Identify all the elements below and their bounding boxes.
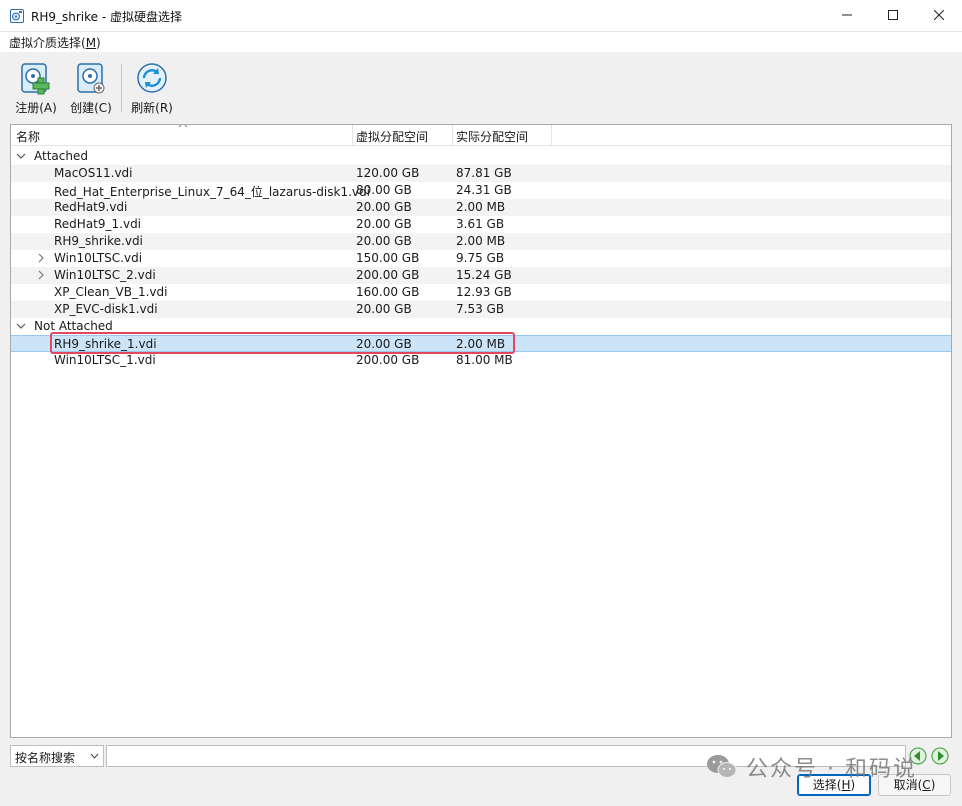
table-row[interactable]: XP_EVC-disk1.vdi 20.00 GB 7.53 GB: [11, 301, 951, 318]
search-next-icon[interactable]: [931, 747, 949, 765]
chevron-down-icon[interactable]: [16, 151, 26, 161]
create-label: 创建(C): [70, 101, 112, 115]
virtual-size: 120.00 GB: [356, 166, 420, 180]
table-row[interactable]: Win10LTSC.vdi 150.00 GB 9.75 GB: [11, 250, 951, 267]
actual-size: 87.81 GB: [456, 166, 512, 180]
toolbar-separator: [121, 64, 122, 112]
disk-name: MacOS11.vdi: [54, 166, 133, 180]
column-divider[interactable]: [352, 125, 353, 146]
create-disk-icon: [77, 63, 105, 94]
maximize-icon: [888, 10, 898, 20]
maximize-button[interactable]: [870, 0, 916, 30]
disk-select-icon: [10, 9, 24, 23]
wechat-icon: [707, 755, 737, 778]
menu-accel: M: [85, 36, 97, 50]
table-row[interactable]: RedHat9.vdi 20.00 GB 2.00 MB: [11, 199, 951, 216]
register-label: 注册(A): [15, 101, 57, 115]
selection-highlight-annotation: [50, 332, 515, 354]
minimize-button[interactable]: [824, 0, 870, 30]
virtual-size: 150.00 GB: [356, 251, 420, 265]
close-icon: [934, 10, 944, 20]
actual-size: 3.61 GB: [456, 217, 505, 231]
virtual-size: 20.00 GB: [356, 302, 412, 316]
chevron-down-icon[interactable]: [16, 321, 26, 331]
search-mode-select[interactable]: 按名称搜索: [10, 745, 104, 767]
disk-name: Win10LTSC_1.vdi: [54, 353, 156, 367]
menu-suffix: ): [96, 36, 101, 50]
register-button[interactable]: 注册(A): [13, 62, 59, 118]
column-header-name[interactable]: 名称: [16, 128, 40, 145]
disk-name: Red_Hat_Enterprise_Linux_7_64_位_lazarus-…: [54, 185, 370, 199]
menu-label: 虚拟介质选择(: [9, 36, 86, 50]
header-edge: [951, 125, 952, 146]
virtual-size: 200.00 GB: [356, 353, 420, 367]
table-header: 名称 虚拟分配空间 实际分配空间: [11, 125, 951, 146]
virtual-size: 160.00 GB: [356, 285, 420, 299]
menu-medium-select[interactable]: 虚拟介质选择(M): [9, 34, 101, 51]
table-row[interactable]: XP_Clean_VB_1.vdi 160.00 GB 12.93 GB: [11, 284, 951, 301]
register-disk-icon: [21, 63, 50, 95]
disk-name: XP_EVC-disk1.vdi: [54, 302, 158, 316]
disk-name: RedHat9.vdi: [54, 200, 128, 214]
create-button[interactable]: 创建(C): [68, 62, 114, 118]
actual-size: 81.00 MB: [456, 353, 513, 367]
tree-group-row[interactable]: Attached: [11, 148, 951, 165]
column-divider[interactable]: [452, 125, 453, 146]
table-row[interactable]: Red_Hat_Enterprise_Linux_7_64_位_lazarus-…: [11, 182, 951, 199]
table-row[interactable]: Win10LTSC_1.vdi 200.00 GB 81.00 MB: [11, 352, 951, 369]
actual-size: 2.00 MB: [456, 234, 506, 248]
actual-size: 2.00 MB: [456, 200, 506, 214]
disk-name: RedHat9_1.vdi: [54, 217, 142, 231]
window-title: RH9_shrike - 虚拟硬盘选择: [31, 10, 182, 24]
disk-name: RH9_shrike.vdi: [54, 234, 143, 248]
table-row[interactable]: RedHat9_1.vdi 20.00 GB 3.61 GB: [11, 216, 951, 233]
virtual-size: 20.00 GB: [356, 200, 412, 214]
disk-name: XP_Clean_VB_1.vdi: [54, 285, 168, 299]
virtual-size: 200.00 GB: [356, 268, 420, 282]
refresh-icon: [137, 63, 167, 93]
column-header-virtual-size[interactable]: 虚拟分配空间: [356, 128, 428, 145]
cancel-suffix: ): [930, 778, 936, 792]
actual-size: 7.53 GB: [456, 302, 505, 316]
chevron-down-icon: [90, 753, 99, 759]
minimize-icon: [842, 14, 852, 16]
group-label: Attached: [34, 149, 88, 163]
disk-name: Win10LTSC.vdi: [54, 251, 143, 265]
column-divider[interactable]: [551, 125, 552, 146]
title-bar: RH9_shrike - 虚拟硬盘选择: [0, 0, 962, 32]
cancel-accel: C: [922, 778, 931, 792]
chevron-right-icon[interactable]: [36, 253, 46, 263]
chevron-right-icon[interactable]: [36, 270, 46, 280]
refresh-button[interactable]: 刷新(R): [129, 62, 175, 118]
disk-name: Win10LTSC_2.vdi: [54, 268, 156, 282]
watermark: 公众号 · 和码说: [706, 750, 917, 784]
menu-bar: 虚拟介质选择(M): [0, 32, 962, 52]
watermark-text: 公众号 · 和码说: [746, 757, 917, 782]
refresh-label: 刷新(R): [131, 101, 173, 115]
actual-size: 9.75 GB: [456, 251, 505, 265]
sort-ascending-icon: [178, 125, 188, 128]
group-label: Not Attached: [34, 319, 113, 333]
toolbar: 注册(A) 创建(C) 刷新(R): [0, 52, 962, 120]
search-mode-value: 按名称搜索: [15, 751, 76, 765]
virtual-size: 20.00 GB: [356, 234, 412, 248]
table-row[interactable]: RH9_shrike.vdi 20.00 GB 2.00 MB: [11, 233, 951, 250]
actual-size: 12.93 GB: [456, 285, 512, 299]
table-row[interactable]: Win10LTSC_2.vdi 200.00 GB 15.24 GB: [11, 267, 951, 284]
virtual-size: 80.00 GB: [356, 183, 412, 197]
actual-size: 24.31 GB: [456, 183, 512, 197]
actual-size: 15.24 GB: [456, 268, 512, 282]
table-row[interactable]: MacOS11.vdi 120.00 GB 87.81 GB: [11, 165, 951, 182]
virtual-size: 20.00 GB: [356, 217, 412, 231]
column-header-actual-size[interactable]: 实际分配空间: [456, 128, 528, 145]
close-button[interactable]: [916, 0, 962, 30]
media-tree[interactable]: 名称 虚拟分配空间 实际分配空间 Attached MacOS11.vdi 120.…: [10, 124, 952, 738]
